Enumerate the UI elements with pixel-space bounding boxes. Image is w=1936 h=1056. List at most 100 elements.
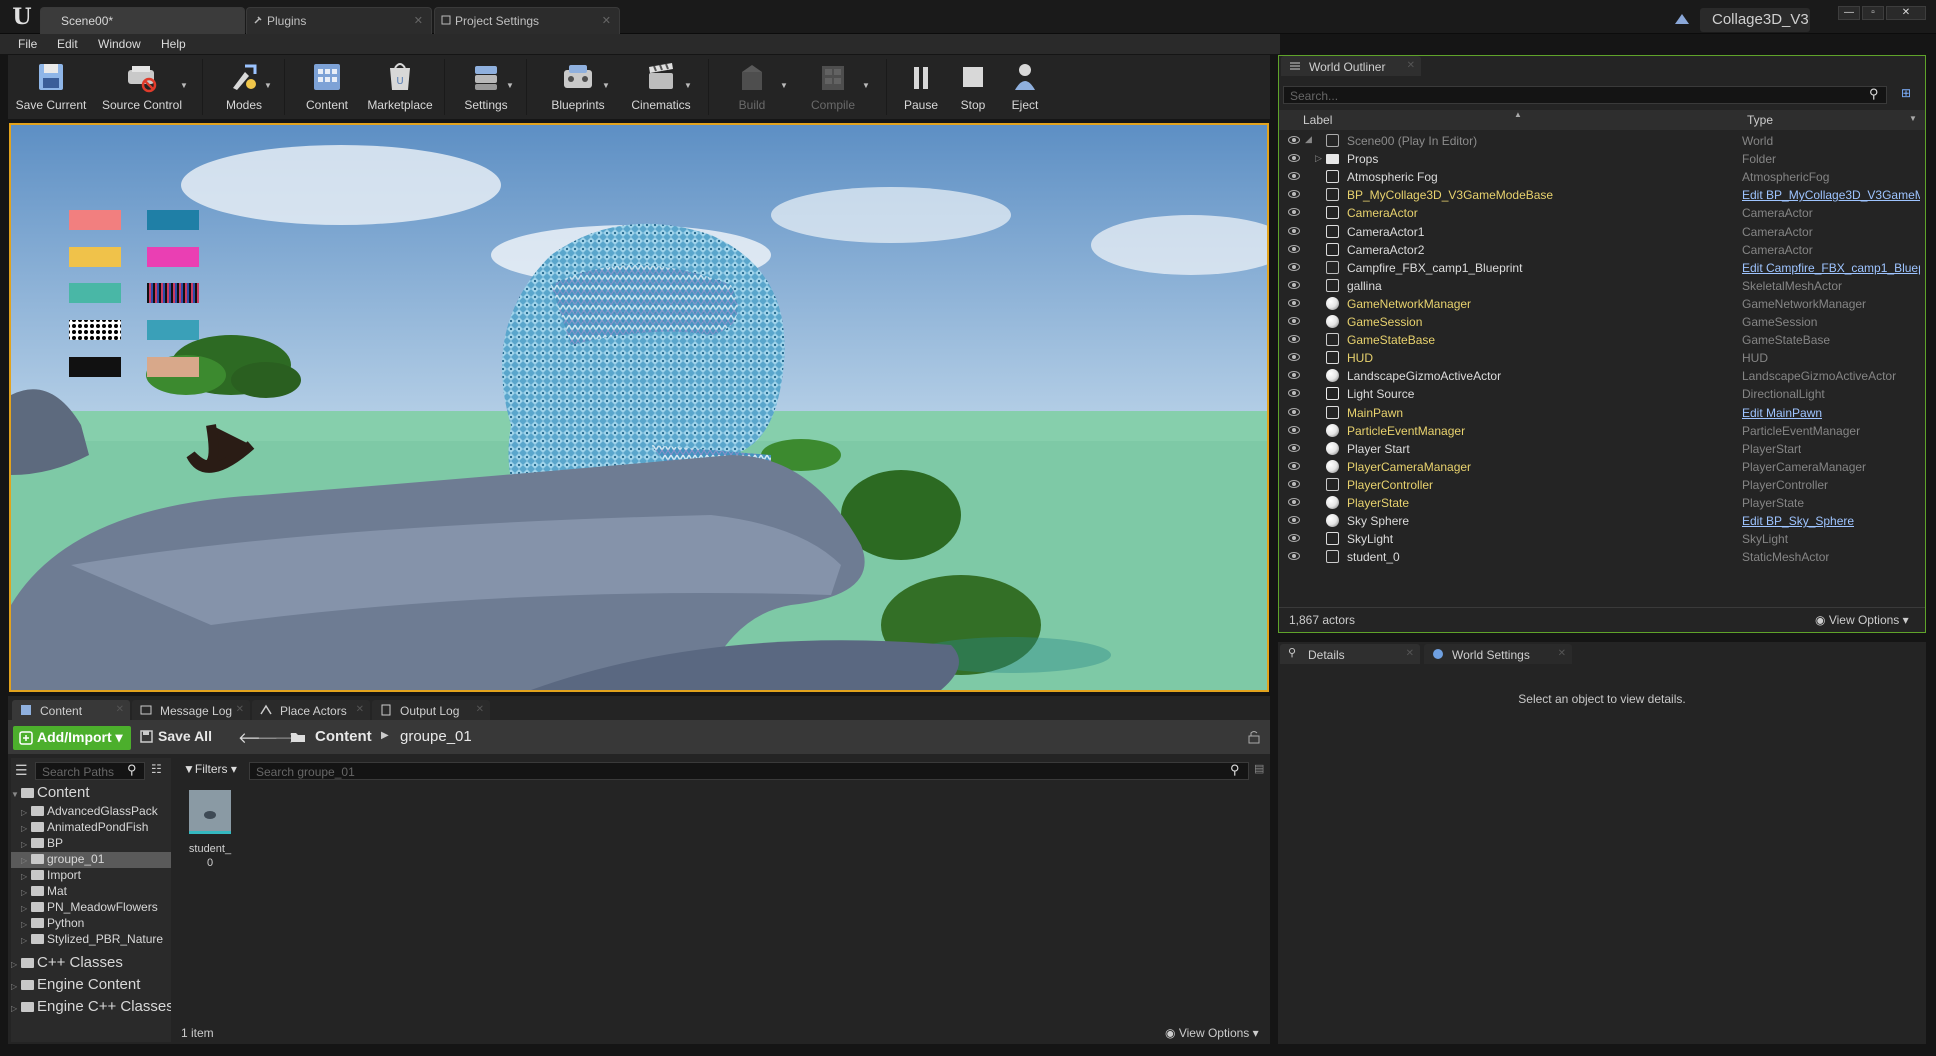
outliner-row[interactable]: MainPawn Edit MainPawn [1279,404,1925,422]
collapse-icon[interactable]: ◢ [1305,134,1312,145]
chevron-down-icon[interactable]: ▼ [780,81,788,90]
visibility-eye-icon[interactable] [1288,479,1300,488]
outliner-row[interactable]: BP_MyCollage3D_V3GameModeBase Edit BP_MyC… [1279,186,1925,204]
expand-icon[interactable]: ▷ [11,960,21,969]
unreal-logo-icon[interactable]: U [6,4,38,30]
minimize-button[interactable]: — [1838,6,1860,20]
chevron-down-icon[interactable]: ▼ [684,81,692,90]
outliner-row[interactable]: CameraActor2 CameraActor [1279,241,1925,259]
visibility-eye-icon[interactable] [1288,516,1300,525]
expand-icon[interactable]: ▷ [21,904,31,913]
search-icon[interactable]: ⚲ [1869,86,1879,102]
edit-blueprint-link[interactable]: Edit BP_MyCollage3D_V3GameModeBase [1742,188,1920,202]
outliner-row[interactable]: ParticleEventManager ParticleEventManager [1279,422,1925,440]
search-icon[interactable]: ⚲ [127,762,137,778]
close-icon[interactable]: ✕ [414,14,423,27]
visibility-eye-icon[interactable] [1288,498,1300,506]
tree-folder-item[interactable]: ▷ groupe_01 [11,852,171,868]
outliner-view-options-button[interactable]: ◉ View Options ▾ [1815,613,1909,627]
tree-engine-content[interactable]: ▷ Engine Content [11,976,171,994]
outliner-row[interactable]: PlayerController PlayerController [1279,476,1925,494]
expand-icon[interactable]: ▷ [21,920,31,929]
outliner-row[interactable]: gallina SkeletalMeshActor [1279,277,1925,295]
expand-icon[interactable]: ▷ [21,936,31,945]
compile-button[interactable]: Compile [796,55,870,119]
visibility-eye-icon[interactable] [1288,353,1300,362]
visibility-eye-icon[interactable] [1288,172,1300,181]
tab-scene00[interactable]: Scene00* [40,7,245,34]
close-icon[interactable]: ✕ [602,14,611,27]
close-icon[interactable]: ✕ [236,704,244,715]
add-folder-icon[interactable]: ⊞ [1901,86,1911,100]
visibility-eye-icon[interactable] [1288,425,1300,434]
chevron-down-icon[interactable]: ▼ [506,81,514,90]
outliner-row[interactable]: GameSession GameSession [1279,313,1925,331]
close-icon[interactable]: ✕ [1558,648,1566,659]
expand-icon[interactable]: ▷ [21,824,31,833]
expand-icon[interactable]: ▷ [11,1004,21,1013]
visibility-eye-icon[interactable] [1288,407,1300,416]
view-list-icon[interactable]: ☷ [151,762,162,776]
tab-output-log[interactable]: Output Log ✕ [372,700,490,720]
tab-details[interactable]: ⚲ Details ✕ [1280,644,1420,664]
tree-root-content[interactable]: ▼ Content [11,784,171,802]
outliner-row[interactable]: Sky Sphere Edit BP_Sky_Sphere [1279,512,1925,530]
visibility-eye-icon[interactable] [1288,154,1300,163]
pause-button[interactable]: Pause [896,55,946,119]
lock-icon[interactable] [1248,730,1260,744]
visibility-eye-icon[interactable] [1288,298,1300,307]
tree-folder-item[interactable]: ▷ AnimatedPondFish [11,820,171,836]
outliner-row[interactable]: Player Start PlayerStart [1279,440,1925,458]
tree-folder-item[interactable]: ▷ Python [11,916,171,932]
save-all-button[interactable]: Save All [140,728,212,744]
chevron-down-icon[interactable]: ▼ [862,81,870,90]
breadcrumb-groupe-01[interactable]: groupe_01 [400,728,472,745]
level-viewport[interactable] [9,123,1269,692]
tree-folder-item[interactable]: ▷ AdvancedGlassPack [11,804,171,820]
visibility-eye-icon[interactable] [1288,226,1300,235]
asset-search-input[interactable]: Search groupe_01 [249,762,1249,780]
tab-project-settings[interactable]: Project Settings ✕ [434,7,620,34]
breadcrumb-content[interactable]: Content [315,728,372,745]
chevron-down-icon[interactable]: ▼ [602,81,610,90]
menu-file[interactable]: File [18,37,37,51]
tab-message-log[interactable]: Message Log ✕ [132,700,250,720]
tree-cpp-classes[interactable]: ▷ C++ Classes [11,954,171,972]
visibility-eye-icon[interactable] [1288,244,1300,253]
visibility-eye-icon[interactable] [1288,136,1300,144]
column-header-label[interactable]: Label [1303,113,1332,127]
tree-folder-item[interactable]: ▷ Stylized_PBR_Nature [11,932,171,948]
close-icon[interactable]: ✕ [116,704,124,715]
menu-edit[interactable]: Edit [57,37,78,51]
tree-folder-item[interactable]: ▷ Import [11,868,171,884]
eject-button[interactable]: Eject [1000,55,1050,119]
add-import-button[interactable]: Add/Import ▾ [13,726,131,750]
visibility-eye-icon[interactable] [1288,280,1300,289]
outliner-row[interactable]: SkyLight SkyLight [1279,530,1925,548]
chevron-right-icon[interactable]: ▶ [381,730,389,741]
outliner-row[interactable]: ◢ Scene00 (Play In Editor) World [1279,132,1925,150]
outliner-row[interactable]: student_0 StaticMeshActor [1279,548,1925,566]
content-button[interactable]: Content [294,55,360,119]
tree-folder-item[interactable]: ▷ BP [11,836,171,852]
outliner-search-input[interactable]: Search... [1283,86,1887,104]
visibility-eye-icon[interactable] [1288,443,1300,452]
tab-world-outliner[interactable]: World Outliner ✕ [1281,56,1421,76]
close-icon[interactable]: ✕ [356,704,364,715]
outliner-row[interactable]: PlayerCameraManager PlayerCameraManager [1279,458,1925,476]
expand-icon[interactable]: ▷ [1315,153,1322,164]
tree-engine-cpp-classes[interactable]: ▷ Engine C++ Classes [11,998,171,1016]
save-search-icon[interactable]: ▤ [1254,762,1264,775]
filters-button[interactable]: ▼Filters ▾ [183,762,237,776]
chevron-down-icon[interactable]: ▼ [180,81,188,90]
visibility-eye-icon[interactable] [1288,461,1300,470]
tab-world-settings[interactable]: World Settings ✕ [1424,644,1572,664]
visibility-eye-icon[interactable] [1288,335,1300,344]
visibility-eye-icon[interactable] [1288,534,1300,543]
maximize-button[interactable]: ▫ [1862,6,1884,20]
source-control-status-icon[interactable] [1674,12,1690,26]
edit-blueprint-link[interactable]: Edit Campfire_FBX_camp1_Blueprint [1742,261,1920,275]
edit-blueprint-link[interactable]: Edit BP_Sky_Sphere [1742,514,1854,528]
outliner-row[interactable]: CameraActor1 CameraActor [1279,223,1925,241]
outliner-row[interactable]: ▷ Props Folder [1279,150,1925,168]
